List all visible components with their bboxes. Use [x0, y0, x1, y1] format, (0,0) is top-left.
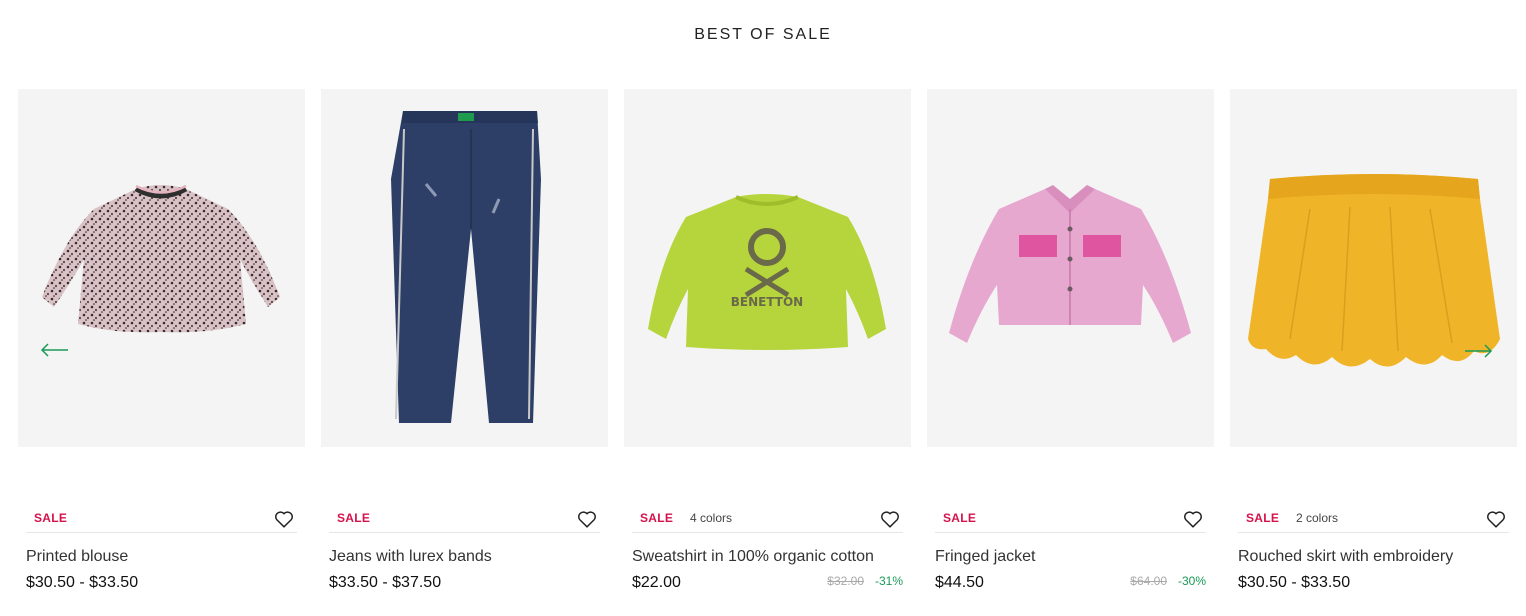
product-name[interactable]: Rouched skirt with embroidery	[1238, 548, 1453, 566]
sale-badge: SALE	[34, 511, 68, 525]
product-image[interactable]	[18, 89, 305, 447]
product-carousel: SALE Printed blouse $30.50 - $33.50 SALE	[18, 89, 1518, 609]
product-card: SALE Jeans with lurex bands $33.50 - $37…	[321, 89, 608, 609]
page-title: BEST OF SALE	[694, 26, 832, 43]
jeans-image	[391, 111, 541, 423]
original-price: $32.00	[827, 574, 864, 588]
colors-count[interactable]: 2 colors	[1296, 511, 1338, 525]
product-meta: SALE	[935, 507, 1206, 533]
discount-percent: -30%	[1177, 574, 1206, 588]
product-image[interactable]	[321, 89, 608, 447]
product-price: $33.50 - $37.50	[329, 574, 442, 591]
product-name[interactable]: Sweatshirt in 100% organic cotton	[632, 548, 874, 566]
product-price: $22.00	[632, 574, 681, 591]
sale-badge: SALE	[640, 511, 674, 525]
skirt-image	[1248, 174, 1500, 367]
sale-badge: SALE	[337, 511, 371, 525]
product-price: $30.50 - $33.50	[26, 574, 139, 591]
jacket-image	[949, 185, 1191, 343]
colors-count[interactable]: 4 colors	[690, 511, 732, 525]
heart-icon[interactable]	[1485, 508, 1507, 530]
product-meta: SALE 4 colors	[632, 507, 903, 533]
sale-badge: SALE	[943, 511, 977, 525]
product-name[interactable]: Printed blouse	[26, 548, 128, 566]
discount-percent: -31%	[874, 574, 903, 588]
product-meta: SALE 2 colors	[1238, 507, 1509, 533]
heart-icon[interactable]	[273, 508, 295, 530]
product-price: $30.50 - $33.50	[1238, 574, 1351, 591]
product-image[interactable]: BENETTON	[624, 89, 911, 447]
product-meta: SALE	[329, 507, 600, 533]
arrow-right-icon[interactable]	[1463, 342, 1493, 360]
product-card: BENETTON SALE 4 colors Sweatshirt in 100…	[624, 89, 911, 609]
sweatshirt-image: BENETTON	[648, 194, 886, 350]
product-price: $44.50	[935, 574, 984, 591]
heart-icon[interactable]	[1182, 508, 1204, 530]
sale-badge: SALE	[1246, 511, 1280, 525]
product-image[interactable]	[1230, 89, 1517, 447]
heart-icon[interactable]	[879, 508, 901, 530]
original-price: $64.00	[1130, 574, 1167, 588]
product-name[interactable]: Jeans with lurex bands	[329, 548, 492, 566]
product-name[interactable]: Fringed jacket	[935, 548, 1036, 566]
arrow-left-icon[interactable]	[40, 341, 70, 359]
product-image[interactable]	[927, 89, 1214, 447]
sweatshirt-logo-text: BENETTON	[731, 295, 803, 309]
blouse-image	[42, 184, 280, 333]
product-card: SALE Fringed jacket $44.50 $64.00 -30%	[927, 89, 1214, 609]
heart-icon[interactable]	[576, 508, 598, 530]
product-meta: SALE	[26, 507, 297, 533]
